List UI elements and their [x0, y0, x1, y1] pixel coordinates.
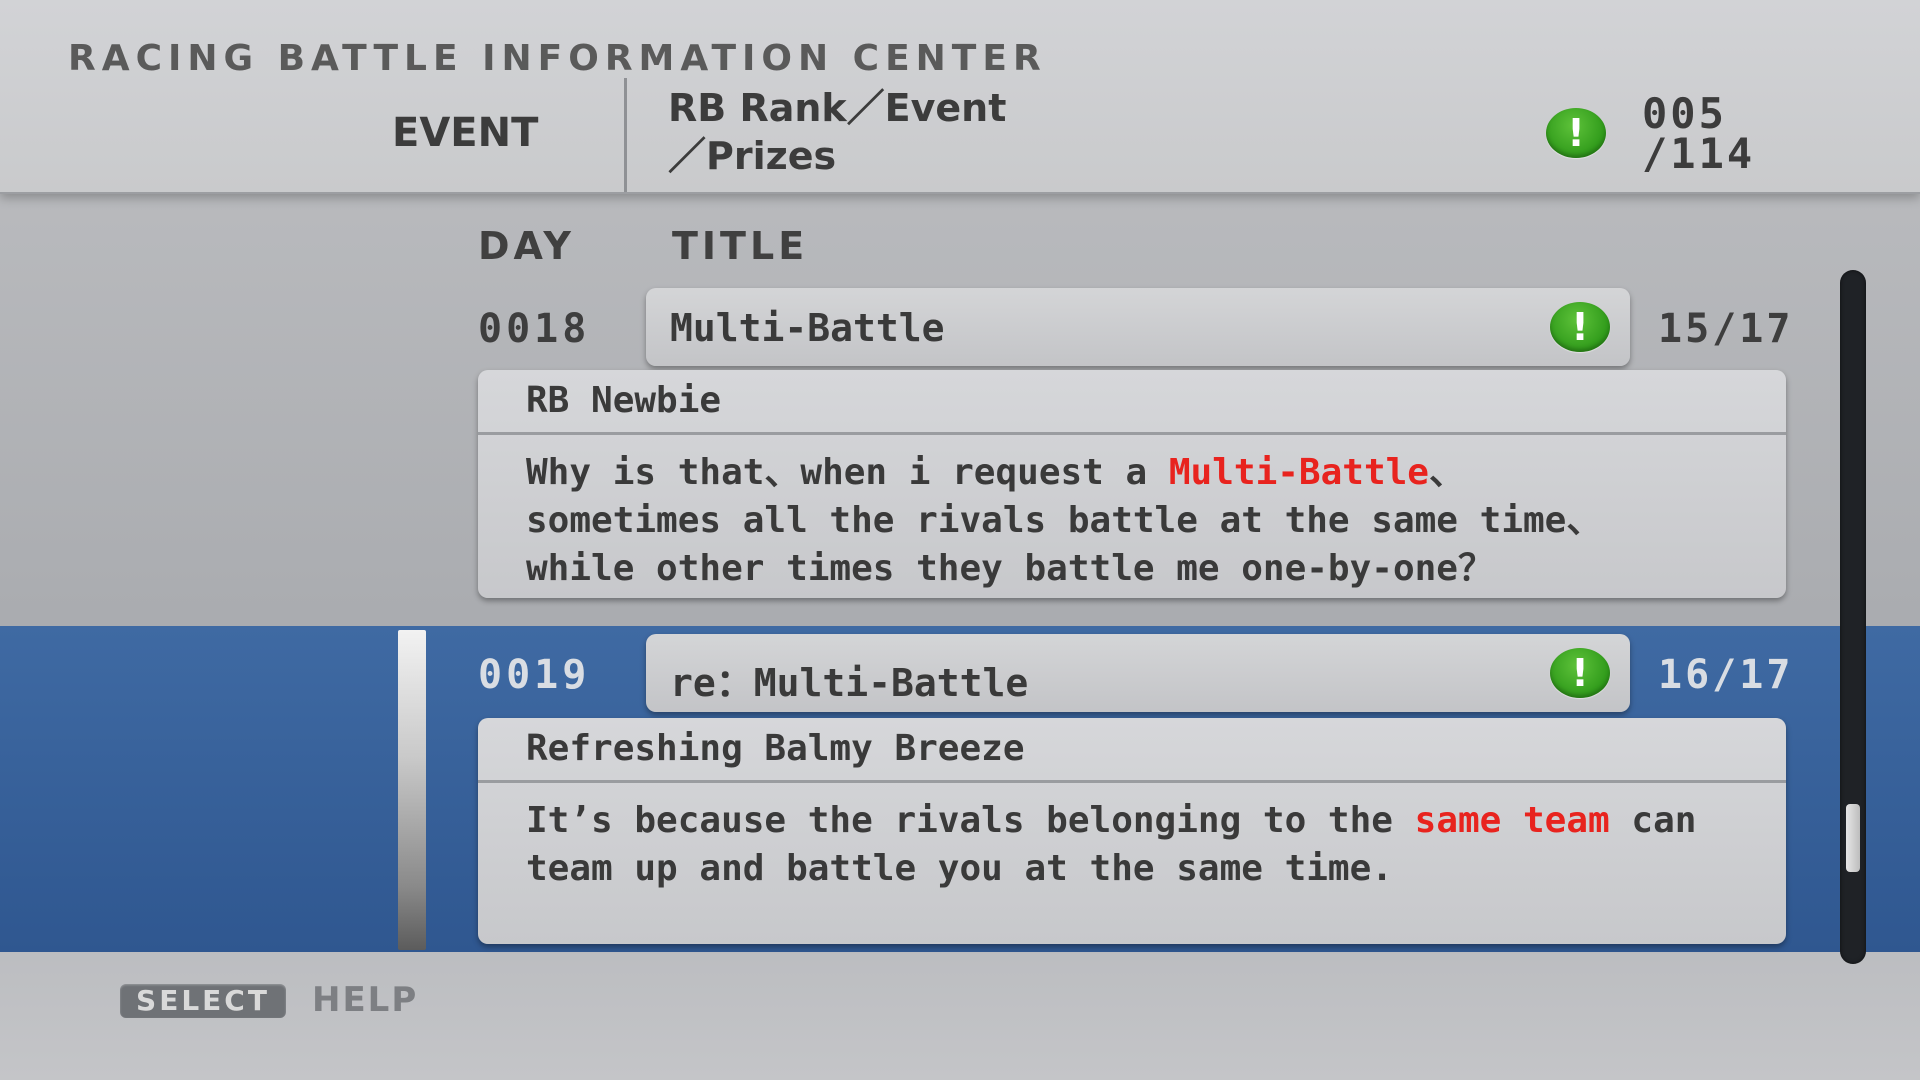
- post-card: Refreshing Balmy Breeze It’s because the…: [478, 718, 1786, 944]
- help-label: HELP: [312, 980, 419, 1020]
- post-count: 15/17: [1658, 306, 1794, 352]
- select-button[interactable]: SELECT: [120, 984, 286, 1018]
- selection-marker: [398, 630, 426, 950]
- post-author: Refreshing Balmy Breeze: [478, 718, 1786, 783]
- scrollbar[interactable]: [1840, 270, 1866, 964]
- exclamation-icon: !: [1546, 108, 1606, 158]
- post-body: Why is that、when i request a Multi-Battl…: [478, 435, 1786, 598]
- post-body-highlight: Multi-Battle: [1168, 452, 1429, 493]
- post-title-row[interactable]: re：Multi-Battle !: [646, 634, 1630, 712]
- column-header-title: TITLE: [672, 224, 809, 268]
- exclamation-icon: !: [1550, 648, 1610, 698]
- post-day: 0018: [478, 306, 591, 352]
- post-day: 0019: [478, 652, 591, 698]
- post-body-highlight: same team: [1414, 800, 1610, 841]
- exclamation-icon: !: [1550, 302, 1610, 352]
- header-bar: RACING BATTLE INFORMATION CENTER EVENT R…: [0, 0, 1920, 194]
- breadcrumb-line-1: RB Rank／Event: [668, 86, 1007, 130]
- unread-counter: 005 /114: [1642, 89, 1756, 178]
- post-body-text: Why is that、when i request a: [526, 452, 1169, 493]
- post-title: re：Multi-Battle: [670, 661, 1029, 705]
- post-author: RB Newbie: [478, 370, 1786, 435]
- post-count: 16/17: [1658, 652, 1794, 698]
- post-body-text: It’s because the rivals belonging to the: [526, 800, 1415, 841]
- post-body: It’s because the rivals belonging to the…: [478, 783, 1786, 903]
- post-title-row[interactable]: Multi-Battle !: [646, 288, 1630, 366]
- column-header-day: DAY: [478, 224, 575, 268]
- header-divider: [624, 78, 627, 192]
- post-title: Multi-Battle: [670, 306, 945, 350]
- breadcrumb: RB Rank／Event ／Prizes: [668, 84, 1006, 180]
- app-title: RACING BATTLE INFORMATION CENTER: [68, 38, 1047, 79]
- post-card: RB Newbie Why is that、when i request a M…: [478, 370, 1786, 598]
- counter-total: /114: [1642, 129, 1756, 178]
- scrollbar-thumb[interactable]: [1846, 803, 1860, 873]
- breadcrumb-line-2: ／Prizes: [668, 134, 837, 178]
- counter-current: 005: [1642, 89, 1727, 138]
- tab-event[interactable]: EVENT: [392, 110, 538, 156]
